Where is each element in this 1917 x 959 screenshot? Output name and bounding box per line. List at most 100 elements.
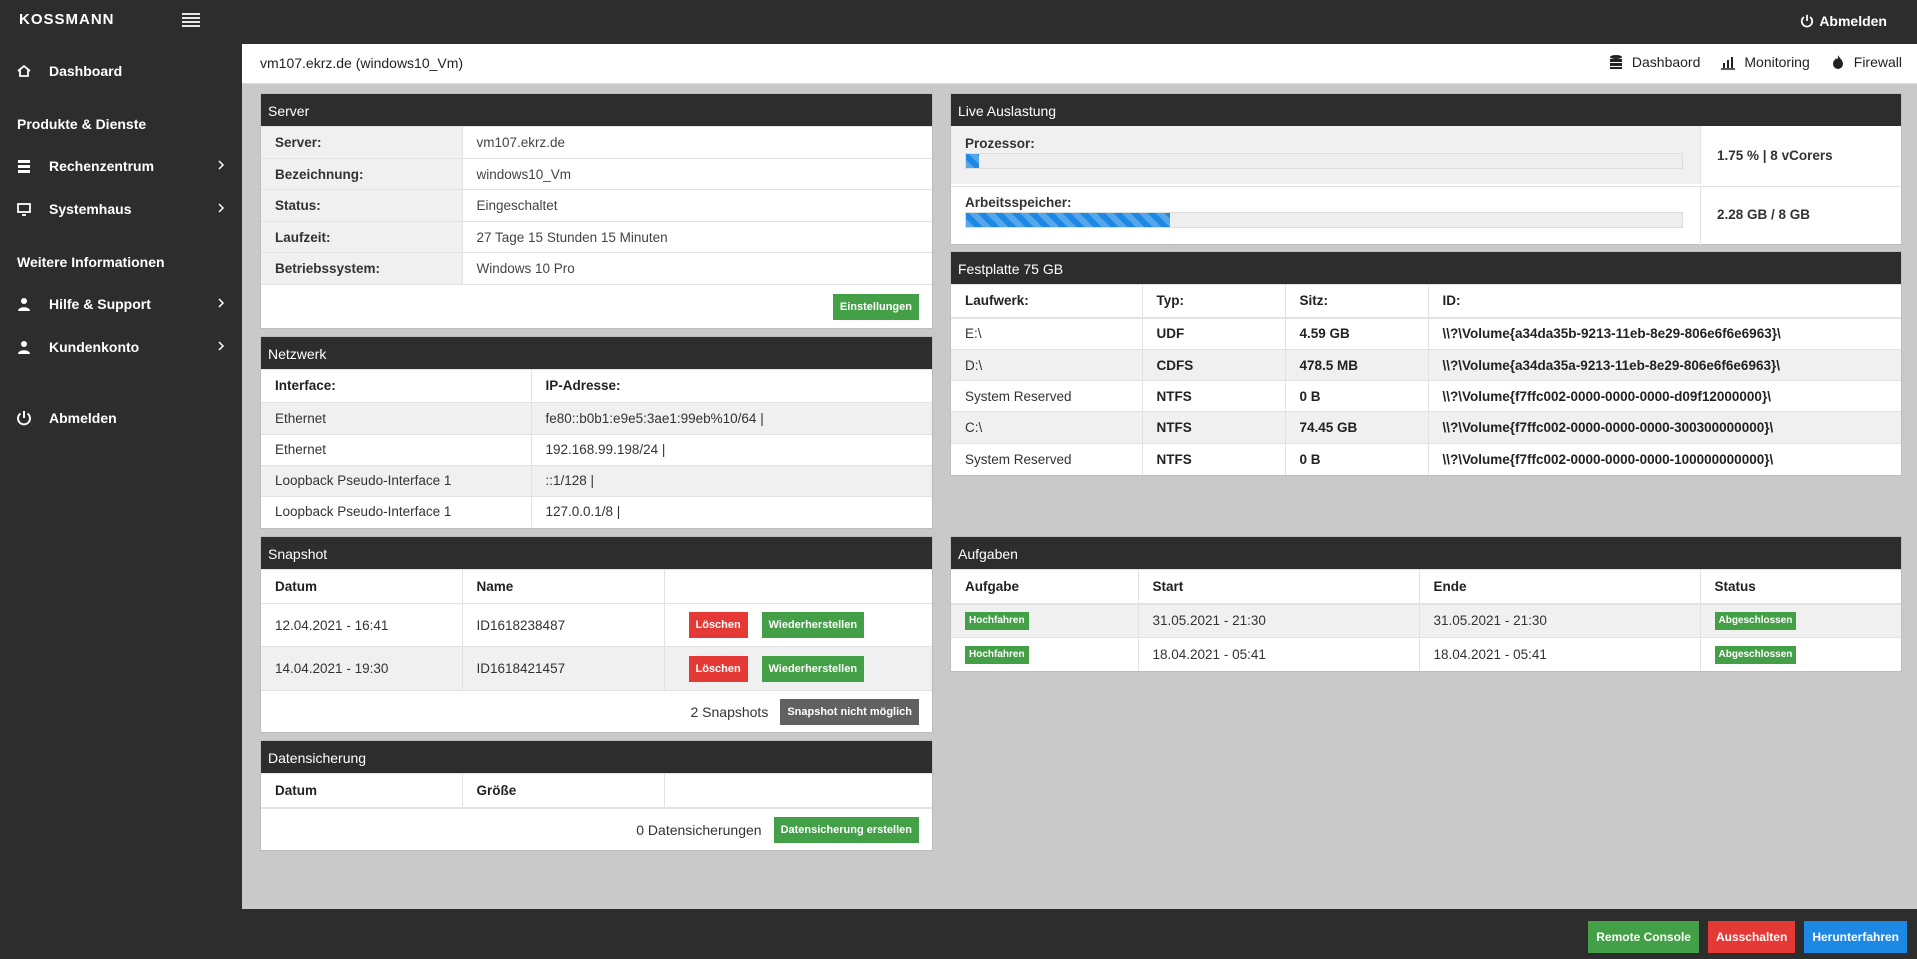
- cpu-row: Prozessor: 1.75 % | 8 vCorers: [951, 126, 1901, 186]
- chevron-right-icon: [218, 341, 225, 351]
- brand-logo[interactable]: KOSSMANN: [19, 11, 115, 28]
- top-bar: KOSSMANN Abmelden: [0, 0, 1917, 44]
- disk-size: 74.45 GB: [1285, 411, 1429, 444]
- sidebar-item-abmelden[interactable]: Abmelden: [0, 403, 242, 433]
- disk-id: \\?\Volume{a34da35b-9213-11eb-8e29-806e6…: [1428, 317, 1901, 350]
- firewall-link[interactable]: Firewall: [1830, 54, 1902, 70]
- network-panel: Netzwerk Interface: IP-Adresse: Ethernet…: [260, 336, 933, 529]
- snapshot-date: 14.04.2021 - 19:30: [261, 646, 463, 691]
- sidebar: Dashboard Produkte & Dienste Rechenzentr…: [0, 44, 242, 959]
- column-header: Status: [1700, 569, 1901, 604]
- restore-snapshot-button[interactable]: Wiederherstellen: [761, 612, 865, 638]
- sidebar-item-rechenzentrum[interactable]: Rechenzentrum: [0, 151, 242, 181]
- server-value: Windows 10 Pro: [462, 252, 932, 284]
- snapshot-table: Datum Name 12.04.2021 - 16:41 ID16182384…: [261, 569, 932, 691]
- disk-size: 478.5 MB: [1285, 349, 1429, 381]
- table-row: Ethernet 192.168.99.198/24 |: [261, 433, 932, 465]
- disk-table: Laufwerk: Typ: Sitz: ID: E:\ UDF 4.59 GB…: [951, 284, 1901, 475]
- network-interface: Loopback Pseudo-Interface 1: [261, 495, 532, 527]
- column-header: Größe: [462, 773, 665, 807]
- database-icon: [1609, 55, 1622, 69]
- delete-snapshot-button[interactable]: Löschen: [688, 612, 748, 638]
- column-header-actions: [664, 773, 932, 807]
- settings-button[interactable]: Einstellungen: [832, 293, 919, 320]
- table-row: Hochfahren 18.04.2021 - 05:41 18.04.2021…: [951, 637, 1901, 671]
- ram-row: Arbeitsspeicher: 2.28 GB / 8 GB: [951, 186, 1901, 245]
- hamburger-menu-icon[interactable]: [182, 11, 200, 29]
- task-status-badge: Abgeschlossen: [1714, 645, 1797, 664]
- cpu-label: Prozessor:: [965, 136, 1035, 151]
- server-key: Status:: [261, 189, 463, 222]
- table-row: Laufzeit: 27 Tage 15 Stunden 15 Minuten: [261, 221, 932, 253]
- sidebar-item-dashboard[interactable]: Dashboard: [0, 56, 242, 86]
- column-header: Laufwerk:: [951, 284, 1143, 318]
- table-header: Laufwerk: Typ: Sitz: ID:: [951, 284, 1901, 318]
- network-ip: 127.0.0.1/8 |: [531, 495, 932, 527]
- ram-label: Arbeitsspeicher:: [965, 195, 1072, 210]
- backup-panel: Datensicherung Datum Größe 0 Datensicher…: [260, 740, 933, 851]
- backup-panel-title: Datensicherung: [261, 741, 932, 773]
- sidebar-section-products: Produkte & Dienste: [17, 116, 147, 132]
- table-row: 12.04.2021 - 16:41 ID1618238487 Löschen …: [261, 603, 932, 647]
- task-end: 18.04.2021 - 05:41: [1419, 637, 1701, 671]
- monitoring-link[interactable]: Monitoring: [1720, 54, 1810, 70]
- disk-drive: D:\: [951, 349, 1143, 381]
- sidebar-section-info: Weitere Informationen: [17, 254, 165, 270]
- task-start: 31.05.2021 - 21:30: [1138, 603, 1420, 638]
- create-backup-button[interactable]: Datensicherung erstellen: [773, 816, 919, 843]
- snapshot-action-button[interactable]: Snapshot nicht möglich: [780, 698, 919, 725]
- logout-top-button[interactable]: Abmelden: [1800, 13, 1887, 29]
- snapshot-panel: Snapshot Datum Name 12.04.2021 - 16:41 I…: [260, 536, 933, 733]
- column-header: IP-Adresse:: [531, 369, 932, 402]
- backup-count: 0 Datensicherungen: [636, 821, 762, 838]
- network-interface: Loopback Pseudo-Interface 1: [261, 464, 532, 496]
- restore-snapshot-button[interactable]: Wiederherstellen: [761, 655, 865, 682]
- live-load-panel: Live Auslastung Prozessor: 1.75 % | 8 vC…: [950, 93, 1902, 245]
- column-header: Sitz:: [1285, 284, 1429, 318]
- sidebar-item-label: Rechenzentrum: [49, 158, 155, 174]
- server-value: Eingeschaltet: [462, 189, 932, 222]
- server-panel-title: Server: [261, 94, 932, 126]
- tasks-panel-title: Aufgaben: [951, 537, 1901, 569]
- power-off-button[interactable]: Ausschalten: [1707, 921, 1796, 953]
- table-row: D:\ CDFS 478.5 MB \\?\Volume{a34da35a-92…: [951, 349, 1901, 381]
- dashboard-link-label: Dashbaord: [1631, 54, 1701, 70]
- network-interface: Ethernet: [261, 433, 532, 465]
- table-row: E:\ UDF 4.59 GB \\?\Volume{a34da35b-9213…: [951, 317, 1901, 350]
- server-key: Bezeichnung:: [261, 158, 463, 190]
- tasks-panel: Aufgaben Aufgabe Start Ende Status Hochf…: [950, 536, 1902, 672]
- sidebar-item-kundenkonto[interactable]: Kundenkonto: [0, 332, 242, 362]
- shutdown-button[interactable]: Herunterfahren: [1804, 921, 1907, 953]
- bar-chart-icon: [1721, 57, 1736, 70]
- network-ip: fe80::b0b1:e9e5:3ae1:99eb%10/64 |: [531, 401, 932, 434]
- snapshot-name: ID1618421457: [462, 646, 665, 691]
- disk-size: 0 B: [1285, 380, 1429, 412]
- live-load-panel-title: Live Auslastung: [951, 94, 1901, 126]
- backup-table: Datum Größe: [261, 773, 932, 807]
- server-table: Server: vm107.ekrz.de Bezeichnung: windows…: [261, 126, 932, 284]
- power-icon: [1801, 14, 1814, 28]
- server-key: Betriebssystem:: [261, 252, 463, 284]
- power-icon: [17, 411, 31, 426]
- sidebar-item-hilfe[interactable]: Hilfe & Support: [0, 289, 242, 319]
- column-header: Start: [1138, 569, 1420, 604]
- page-title: vm107.ekrz.de (windows10_Vm): [260, 55, 464, 71]
- table-row: Loopback Pseudo-Interface 1 127.0.0.1/8 |: [261, 495, 932, 527]
- bottom-action-bar: Remote Console Ausschalten Herunterfahre…: [242, 909, 1917, 959]
- breadcrumb-bar: vm107.ekrz.de (windows10_Vm) Dashbaord M…: [242, 44, 1917, 84]
- user-icon: [18, 298, 30, 311]
- ram-progress-fill: [966, 213, 1171, 227]
- disk-drive: C:\: [951, 411, 1143, 444]
- sidebar-item-systemhaus[interactable]: Systemhaus: [0, 194, 242, 224]
- delete-snapshot-button[interactable]: Löschen: [688, 655, 748, 682]
- dashboard-link[interactable]: Dashbaord: [1608, 54, 1701, 70]
- column-header: Aufgabe: [951, 569, 1139, 604]
- remote-console-button[interactable]: Remote Console: [1588, 921, 1699, 953]
- disk-type: NTFS: [1142, 443, 1286, 475]
- task-type-badge: Hochfahren: [965, 612, 1029, 631]
- server-value: windows10_Vm: [462, 158, 932, 190]
- server-key: Laufzeit:: [261, 221, 463, 253]
- disk-type: CDFS: [1142, 349, 1286, 381]
- user-icon: [18, 341, 30, 354]
- table-row: Status: Eingeschaltet: [261, 189, 932, 222]
